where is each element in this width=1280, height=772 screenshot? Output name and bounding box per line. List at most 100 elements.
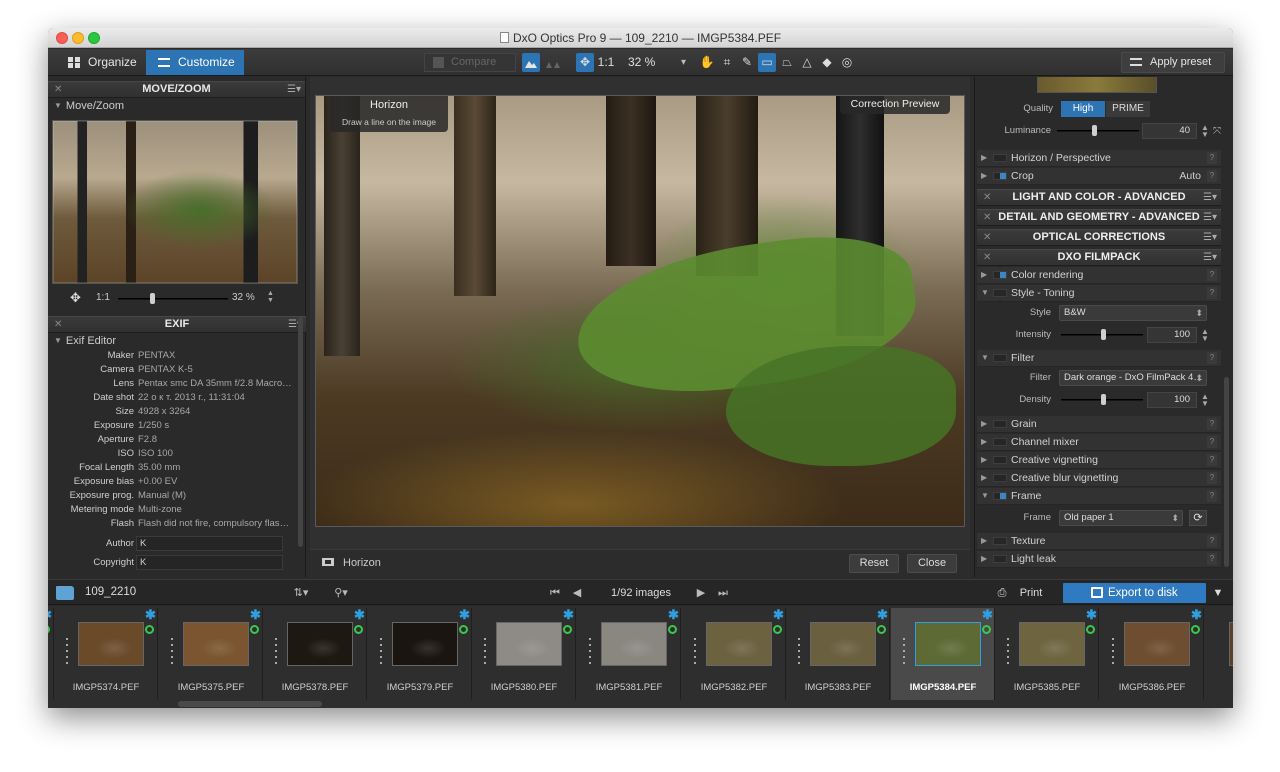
quality-high-button[interactable]: High xyxy=(1061,101,1105,117)
filmstrip-thumbnail[interactable] xyxy=(183,622,249,666)
right-panel-scrollbar[interactable] xyxy=(1224,377,1229,567)
nav-zoom-knob[interactable] xyxy=(150,293,155,304)
correction-preview-label[interactable]: Correction Preview xyxy=(840,96,950,114)
close-panel-icon[interactable]: ✕ xyxy=(54,317,62,332)
filmstrip-thumbnail[interactable] xyxy=(1019,622,1085,666)
drag-handle-icon[interactable] xyxy=(903,638,905,666)
print-button[interactable]: Print xyxy=(1014,584,1048,602)
luminance-stepper[interactable]: ▲ ▼ xyxy=(1201,124,1209,139)
texture-row[interactable]: ▶ Texture? xyxy=(977,533,1221,550)
toggle-icon[interactable] xyxy=(993,271,1007,279)
zoom-window-button[interactable] xyxy=(88,32,100,44)
help-icon[interactable]: ? xyxy=(1207,553,1217,565)
help-icon[interactable]: ? xyxy=(1207,170,1217,182)
crop-row[interactable]: ▶ Crop Auto? xyxy=(977,168,1221,185)
filmstrip-item-partial[interactable] xyxy=(1205,608,1233,700)
drag-handle-icon[interactable] xyxy=(66,638,68,666)
help-icon[interactable]: ? xyxy=(1207,418,1217,430)
main-photo[interactable]: Horizon Draw a line on the image Correct… xyxy=(315,95,965,527)
density-value[interactable]: 100 xyxy=(1147,392,1197,408)
intensity-stepper[interactable]: ▲ ▼ xyxy=(1201,328,1209,343)
light-color-advanced-header[interactable]: ✕ LIGHT AND COLOR - ADVANCED ☰▾ xyxy=(977,189,1221,206)
luminance-knob[interactable] xyxy=(1092,125,1097,136)
panel-menu-icon[interactable]: ☰▾ xyxy=(287,82,301,97)
copyright-input[interactable]: K xyxy=(136,555,283,570)
filmstrip-thumbnail[interactable] xyxy=(392,622,458,666)
creative-blur-vignetting-row[interactable]: ▶ Creative blur vignetting? xyxy=(977,470,1221,487)
repair-tool-button[interactable]: ◆ xyxy=(818,53,836,72)
luminance-value[interactable]: 40 xyxy=(1142,123,1197,139)
filmstrip-item[interactable]: ✱ IMGP5375.PEF xyxy=(159,608,263,700)
white-balance-picker-button[interactable]: ✎ xyxy=(738,53,756,72)
dxo-filmpack-header[interactable]: ✕ DXO FILMPACK ☰▾ xyxy=(977,249,1221,266)
filmstrip-thumbnail[interactable] xyxy=(287,622,353,666)
filter-row[interactable]: ▼ Filter? xyxy=(977,350,1221,367)
drag-handle-icon[interactable] xyxy=(484,638,486,666)
crop-tool-button[interactable]: ⌗ xyxy=(718,53,736,72)
density-stepper[interactable]: ▲ ▼ xyxy=(1201,393,1209,408)
export-to-disk-button[interactable]: Export to disk xyxy=(1063,583,1206,603)
first-image-icon[interactable]: ⏮ xyxy=(546,584,564,602)
detail-geometry-advanced-header[interactable]: ✕ DETAIL AND GEOMETRY - ADVANCED ☰▾ xyxy=(977,209,1221,226)
filmstrip-thumbnail[interactable] xyxy=(601,622,667,666)
filmstrip-thumbnail[interactable] xyxy=(1229,622,1233,666)
reset-button[interactable]: Reset xyxy=(849,554,899,573)
zoom-select[interactable]: 32 % xyxy=(620,53,690,72)
author-input[interactable]: K xyxy=(136,536,283,551)
light-leak-row[interactable]: ▶ Light leak? xyxy=(977,551,1221,568)
move-tool-button[interactable]: ✥ xyxy=(576,53,594,72)
volume-deformation-button[interactable]: △ xyxy=(798,53,816,72)
perspective-tool-button[interactable]: ⏢ xyxy=(778,53,796,72)
toggle-icon[interactable] xyxy=(993,555,1007,563)
filter-icon[interactable]: ⚲▾ xyxy=(326,584,356,602)
single-view-button[interactable] xyxy=(522,53,540,72)
style-select[interactable]: B&W xyxy=(1059,305,1207,321)
reset-icon[interactable]: ⤧ xyxy=(1213,122,1221,142)
minimize-window-button[interactable] xyxy=(72,32,84,44)
movezoom-subheader[interactable]: ▼ Move/Zoom xyxy=(48,98,305,114)
previous-image-icon[interactable]: ◀ xyxy=(568,584,586,602)
red-eye-tool-button[interactable]: ◎ xyxy=(838,53,856,72)
filmstrip-item[interactable]: ✱ IMGP5385.PEF xyxy=(995,608,1099,700)
frame-row[interactable]: ▼ Frame? xyxy=(977,488,1221,505)
printer-icon[interactable]: ⎙ xyxy=(994,584,1010,602)
one-to-one-button[interactable]: 1:1 xyxy=(596,53,616,72)
toggle-icon[interactable] xyxy=(993,438,1007,446)
navigator-thumbnail[interactable] xyxy=(52,120,298,284)
left-panel-scrollbar[interactable] xyxy=(298,317,303,547)
creative-vignetting-row[interactable]: ▶ Creative vignetting? xyxy=(977,452,1221,469)
nav-one-to-one[interactable]: 1:1 xyxy=(96,292,110,303)
sort-icon[interactable]: ⇅▾ xyxy=(286,584,316,602)
filmstrip-item[interactable]: ✱ IMGP5378.PEF xyxy=(263,608,367,700)
close-panel-icon[interactable]: ✕ xyxy=(983,210,991,225)
hand-tool-button[interactable]: ✋ xyxy=(698,53,716,72)
filmstrip-item[interactable]: ✱ IMGP5379.PEF xyxy=(368,608,472,700)
help-icon[interactable]: ? xyxy=(1207,454,1217,466)
panel-menu-icon[interactable]: ☰▾ xyxy=(1203,210,1217,225)
last-image-icon[interactable]: ⏭ xyxy=(714,584,732,602)
toggle-icon[interactable] xyxy=(993,456,1007,464)
nav-zoom-stepper[interactable]: ▲ ▼ xyxy=(267,290,274,304)
refresh-icon[interactable]: ⟳ xyxy=(1189,510,1207,526)
panel-menu-icon[interactable]: ☰▾ xyxy=(1203,190,1217,205)
help-icon[interactable]: ? xyxy=(1207,490,1217,502)
nav-zoom-slider[interactable] xyxy=(118,298,228,300)
filmstrip-scrollbar[interactable] xyxy=(178,701,322,707)
quality-prime-button[interactable]: PRIME xyxy=(1106,101,1150,117)
close-panel-icon[interactable]: ✕ xyxy=(983,250,991,265)
drag-handle-icon[interactable] xyxy=(589,638,591,666)
luminance-slider[interactable] xyxy=(1057,130,1139,132)
filmstrip-item[interactable]: ✱ IMGP5386.PEF xyxy=(1100,608,1204,700)
exif-subheader[interactable]: ▼ Exif Editor xyxy=(48,333,306,349)
drag-handle-icon[interactable] xyxy=(380,638,382,666)
drag-handle-icon[interactable] xyxy=(694,638,696,666)
toggle-icon[interactable] xyxy=(993,420,1007,428)
style-toning-row[interactable]: ▼ Style - Toning? xyxy=(977,285,1221,302)
filmstrip-thumbnail[interactable] xyxy=(1124,622,1190,666)
intensity-value[interactable]: 100 xyxy=(1147,327,1197,343)
apply-preset-button[interactable]: Apply preset xyxy=(1121,52,1225,73)
help-icon[interactable]: ? xyxy=(1207,535,1217,547)
toggle-icon[interactable] xyxy=(993,154,1007,162)
navigator-viewport[interactable] xyxy=(53,121,297,283)
drag-handle-icon[interactable] xyxy=(1112,638,1114,666)
